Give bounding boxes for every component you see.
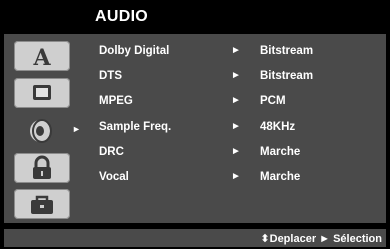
- setting-value: Bitstream: [260, 70, 314, 82]
- page-title: AUDIO: [95, 8, 149, 25]
- arrow-right-icon: ►: [231, 121, 241, 132]
- arrow-right-icon: ►: [231, 45, 241, 56]
- setting-value: Marche: [260, 146, 301, 158]
- svg-text:A: A: [32, 45, 51, 71]
- category-sidebar: A ►: [4, 34, 83, 223]
- briefcase-icon: [31, 195, 53, 214]
- active-tab-pointer: ►: [72, 124, 81, 134]
- setting-value: PCM: [260, 95, 286, 107]
- others-tab[interactable]: [14, 189, 70, 219]
- arrow-right-icon: ►: [231, 146, 241, 157]
- arrow-right-icon: ►: [231, 171, 241, 182]
- lock-tab[interactable]: [14, 153, 70, 183]
- setting-label: Sample Freq.: [99, 121, 172, 133]
- audio-tab[interactable]: [14, 116, 70, 146]
- navigation-hint: ⬍Deplacer ► Sélection: [260, 233, 382, 245]
- setting-label: DRC: [99, 146, 124, 158]
- setting-label: Dolby Digital: [99, 45, 170, 57]
- setting-value: Bitstream: [260, 45, 314, 57]
- settings-panel: Dolby Digital ► Bitstream DTS ► Bitstrea…: [83, 34, 386, 223]
- setting-row-dts[interactable]: DTS ► Bitstream: [83, 67, 386, 89]
- language-tab[interactable]: A: [14, 41, 70, 71]
- display-tab[interactable]: [14, 78, 70, 108]
- setting-label: DTS: [99, 70, 122, 82]
- footer-bar: ⬍Deplacer ► Sélection: [4, 229, 386, 247]
- title-bar: [4, 3, 386, 33]
- setting-row-mpeg[interactable]: MPEG ► PCM: [83, 92, 386, 114]
- setting-value: 48KHz: [260, 121, 296, 133]
- setting-label: Vocal: [99, 171, 129, 183]
- setting-row-vocal[interactable]: Vocal ► Marche: [83, 168, 386, 190]
- setting-label: MPEG: [99, 95, 133, 107]
- tv-screen-icon: [33, 85, 51, 100]
- setting-value: Marche: [260, 171, 301, 183]
- arrow-right-icon: ►: [231, 95, 241, 106]
- setting-row-sample-freq[interactable]: Sample Freq. ► 48KHz: [83, 118, 386, 140]
- setting-row-dolby-digital[interactable]: Dolby Digital ► Bitstream: [83, 42, 386, 64]
- letter-a-icon: A: [32, 45, 51, 71]
- setting-row-drc[interactable]: DRC ► Marche: [83, 143, 386, 165]
- speaker-icon: [30, 119, 52, 143]
- arrow-right-icon: ►: [231, 70, 241, 81]
- lock-icon: [33, 155, 51, 179]
